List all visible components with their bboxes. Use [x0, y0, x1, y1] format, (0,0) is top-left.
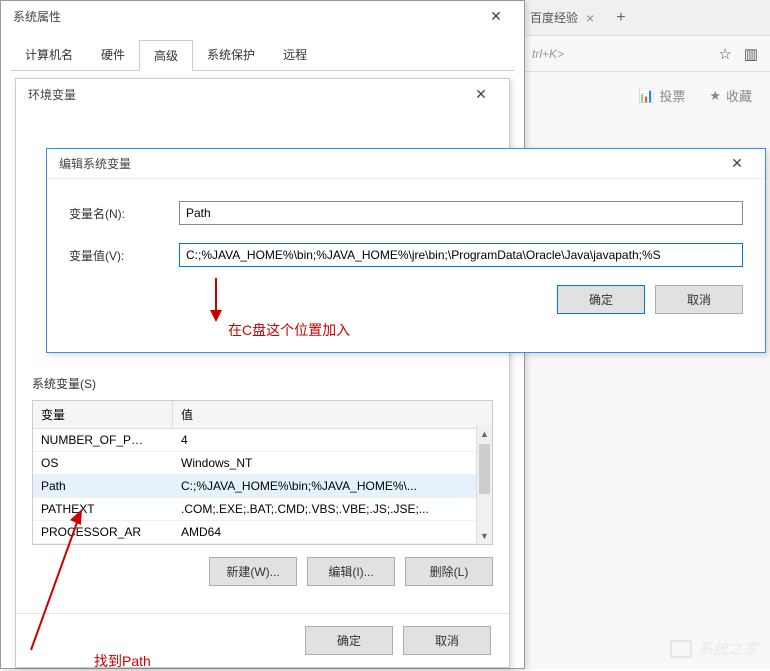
cancel-button[interactable]: 取消: [655, 285, 743, 314]
reading-list-icon[interactable]: ▥: [744, 45, 758, 63]
close-button[interactable]: ✕: [461, 80, 501, 108]
favorite-action[interactable]: ★ 收藏: [709, 86, 752, 105]
system-vars-table-wrapper: 变量 值 NUMBER_OF_P… 4 OS Windows_NT Path C…: [32, 400, 493, 545]
annotation-arrow-diagonal: [24, 505, 94, 658]
tab-advanced[interactable]: 高级: [139, 40, 193, 71]
tab-title: 百度经验: [530, 9, 578, 26]
close-button[interactable]: ✕: [717, 150, 757, 178]
cell-name: OS: [33, 452, 173, 474]
variable-name-input[interactable]: [179, 201, 743, 225]
cell-value: .COM;.EXE;.BAT;.CMD;.VBS;.VBE;.JS;.JSE;.…: [173, 498, 492, 520]
variable-name-label: 变量名(N):: [69, 205, 179, 222]
watermark-icon: [670, 640, 692, 658]
new-tab-button[interactable]: +: [604, 9, 637, 27]
window-title: 系统属性: [13, 8, 61, 25]
system-vars-table: 变量 值 NUMBER_OF_P… 4 OS Windows_NT Path C…: [32, 400, 493, 545]
tab-remote[interactable]: 远程: [269, 40, 321, 71]
edit-title-bar: 编辑系统变量 ✕: [47, 149, 765, 179]
tab-computer-name[interactable]: 计算机名: [11, 40, 87, 71]
variable-value-row: 变量值(V):: [69, 243, 743, 267]
new-button[interactable]: 新建(W)...: [209, 557, 297, 586]
cell-value: Windows_NT: [173, 452, 492, 474]
page-actions: 📊 投票 ★ 收藏: [520, 72, 770, 119]
variable-name-row: 变量名(N):: [69, 201, 743, 225]
browser-address-bar[interactable]: trl+K> ☆ ▥: [520, 36, 770, 72]
variable-value-label: 变量值(V):: [69, 247, 179, 264]
cell-name: Path: [33, 475, 173, 497]
cell-value: 4: [173, 429, 492, 451]
window-title: 环境变量: [28, 86, 76, 103]
table-row[interactable]: OS Windows_NT: [33, 452, 492, 475]
table-row[interactable]: PATHEXT .COM;.EXE;.BAT;.CMD;.VBS;.VBE;.J…: [33, 498, 492, 521]
table-row[interactable]: NUMBER_OF_P… 4: [33, 429, 492, 452]
edit-dialog-buttons: 确定 取消: [69, 285, 743, 314]
cancel-button[interactable]: 取消: [403, 626, 491, 655]
addr-hint: trl+K>: [532, 47, 564, 61]
cell-name: NUMBER_OF_P…: [33, 429, 173, 451]
delete-button[interactable]: 删除(L): [405, 557, 493, 586]
col-header-variable[interactable]: 变量: [33, 401, 173, 428]
cell-value: C:;%JAVA_HOME%\bin;%JAVA_HOME%\...: [173, 475, 492, 497]
scroll-up-icon[interactable]: ▲: [477, 426, 492, 442]
table-header: 变量 值: [33, 401, 492, 429]
vote-label: 投票: [659, 86, 685, 105]
chart-icon: 📊: [638, 88, 654, 104]
cell-value: AMD64: [173, 521, 492, 543]
tab-close-icon[interactable]: ×: [586, 10, 594, 26]
watermark-text: 系统之家: [698, 638, 758, 659]
addr-icons: ☆ ▥: [718, 45, 758, 63]
edit-system-variable-dialog: 编辑系统变量 ✕ 变量名(N): 变量值(V): 确定 取消: [46, 148, 766, 353]
window-title: 编辑系统变量: [59, 155, 131, 172]
system-vars-buttons: 新建(W)... 编辑(I)... 删除(L): [32, 557, 493, 586]
watermark: 系统之家: [670, 638, 758, 659]
annotation-arrow-down: [206, 278, 226, 322]
tab-system-protection[interactable]: 系统保护: [193, 40, 269, 71]
vote-action[interactable]: 📊 投票: [638, 86, 685, 105]
tab-hardware[interactable]: 硬件: [87, 40, 139, 71]
sys-props-tabs: 计算机名 硬件 高级 系统保护 远程: [11, 39, 514, 71]
table-scrollbar[interactable]: ▲ ▼: [476, 426, 492, 544]
ok-button[interactable]: 确定: [305, 626, 393, 655]
bookmark-star-icon[interactable]: ☆: [718, 45, 731, 63]
star-icon: ★: [709, 88, 721, 104]
edit-button[interactable]: 编辑(I)...: [307, 557, 395, 586]
ok-button[interactable]: 确定: [557, 285, 645, 314]
browser-tab-bar: 百度经验 × +: [520, 0, 770, 36]
variable-value-input[interactable]: [179, 243, 743, 267]
close-button[interactable]: ✕: [476, 2, 516, 30]
env-title-bar: 环境变量 ✕: [16, 79, 509, 109]
scroll-down-icon[interactable]: ▼: [477, 528, 492, 544]
system-vars-label: 系统变量(S): [32, 375, 493, 392]
favorite-label: 收藏: [726, 86, 752, 105]
col-header-value[interactable]: 值: [173, 401, 492, 428]
scroll-thumb[interactable]: [479, 444, 490, 494]
edit-body: 变量名(N): 变量值(V): 确定 取消: [47, 179, 765, 328]
browser-tab[interactable]: 百度经验 ×: [520, 0, 604, 35]
table-row[interactable]: PROCESSOR_AR AMD64: [33, 521, 492, 544]
sys-props-title-bar: 系统属性 ✕: [1, 1, 524, 31]
table-row-path[interactable]: Path C:;%JAVA_HOME%\bin;%JAVA_HOME%\...: [33, 475, 492, 498]
